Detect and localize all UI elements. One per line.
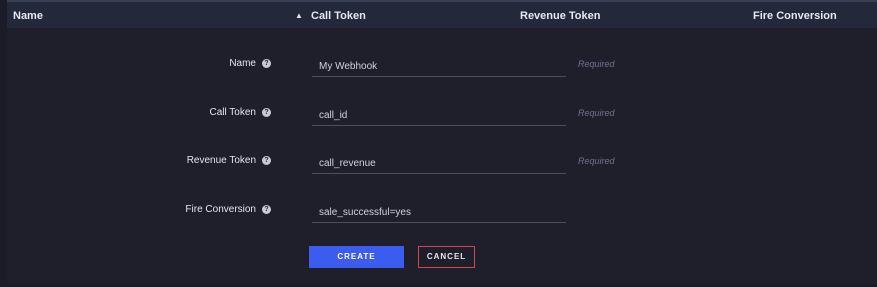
column-header-call-token-label: Call Token xyxy=(311,10,366,22)
help-icon[interactable]: ? xyxy=(262,205,271,214)
call-token-input[interactable] xyxy=(312,100,566,126)
help-icon[interactable]: ? xyxy=(262,156,271,165)
help-icon[interactable]: ? xyxy=(262,59,271,68)
name-input[interactable] xyxy=(312,51,566,77)
revenue-token-input[interactable] xyxy=(312,148,566,174)
fire-conversion-input[interactable] xyxy=(312,197,566,223)
help-icon[interactable]: ? xyxy=(262,108,271,117)
call-token-field-label: Call Token ? xyxy=(209,107,271,118)
call-token-required-hint: Required xyxy=(578,108,615,118)
revenue-token-label-text: Revenue Token xyxy=(186,155,256,166)
cancel-button[interactable]: CANCEL xyxy=(418,246,475,268)
fire-conversion-label-text: Fire Conversion xyxy=(185,204,256,215)
revenue-token-field-label: Revenue Token ? xyxy=(187,155,271,166)
name-field-label: Name ? xyxy=(229,58,271,69)
column-header-fire-conversion[interactable]: Fire Conversion xyxy=(753,10,837,22)
name-required-hint: Required xyxy=(578,59,615,69)
create-button[interactable]: CREATE xyxy=(309,246,404,268)
sort-ascending-icon: ▲ xyxy=(295,11,303,20)
column-header-revenue-token[interactable]: Revenue Token xyxy=(520,10,601,22)
table-header-row: Name ▲ Call Token Revenue Token Fire Con… xyxy=(7,0,877,28)
column-header-name[interactable]: Name xyxy=(13,10,43,22)
name-label-text: Name xyxy=(229,58,256,69)
revenue-token-required-hint: Required xyxy=(578,156,615,166)
column-header-call-token[interactable]: ▲ Call Token xyxy=(295,10,366,22)
call-token-label-text: Call Token xyxy=(209,107,256,118)
fire-conversion-field-label: Fire Conversion ? xyxy=(185,204,271,215)
